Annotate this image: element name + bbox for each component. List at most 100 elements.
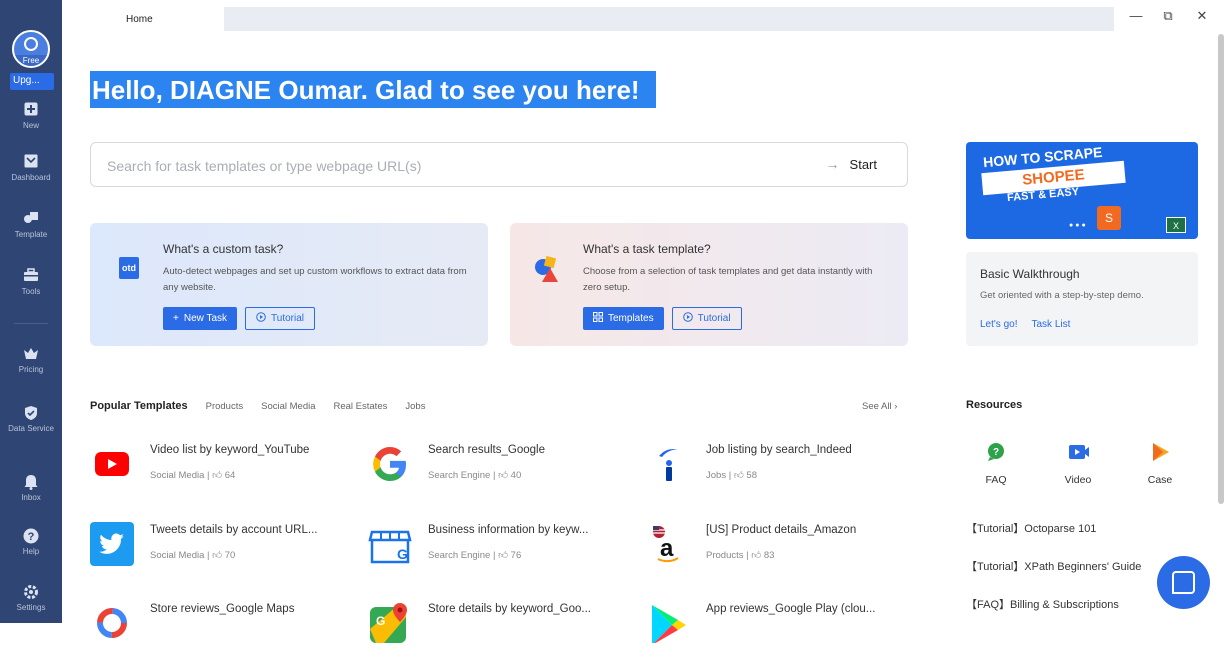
tab-social-media[interactable]: Social Media [261, 401, 315, 412]
case-label: Case [1147, 474, 1173, 486]
thumbs-up-icon: 👍︎ [212, 550, 223, 561]
template-item[interactable]: Store reviews_Google Maps [90, 601, 350, 661]
resources-title: Resources [966, 399, 1023, 411]
upgrade-button[interactable]: Upg... [10, 73, 54, 90]
promo-banner[interactable]: HOW TO SCRAPE SHOPEE FAST & EASY ●●● S X [966, 142, 1198, 239]
tab-home[interactable]: Home [62, 7, 222, 33]
sidebar-item-label: Template [14, 230, 48, 239]
template-item[interactable]: Job listing by search_Indeed Jobs | 👍︎ 5… [646, 442, 906, 502]
thumbs-up-icon: 👍︎ [733, 470, 744, 481]
chat-button[interactable] [1157, 556, 1210, 609]
template-name: Tweets details by account URL... [150, 524, 318, 536]
card-description: Choose from a selection of task template… [583, 266, 873, 293]
sidebar-item-dashboard[interactable]: Dashboard [0, 154, 62, 182]
excel-icon: X [1166, 217, 1186, 233]
template-item[interactable]: Search results_Google Search Engine | 👍︎… [368, 442, 628, 502]
template-name: Search results_Google [428, 444, 545, 456]
restore-button[interactable]: ⧉ [1160, 8, 1176, 24]
template-meta: Social Media | 👍︎ 64 [150, 470, 236, 481]
svg-text:G: G [376, 614, 385, 628]
sidebar-item-inbox[interactable]: Inbox [0, 474, 62, 502]
close-button[interactable]: ✕ [1194, 8, 1210, 24]
dashboard-icon [23, 154, 39, 170]
user-icon [24, 37, 38, 51]
carousel-dots[interactable]: ●●● [1069, 222, 1088, 229]
resource-link[interactable]: 【FAQ】Billing & Subscriptions [966, 596, 1119, 612]
sidebar-item-help[interactable]: ? Help [0, 528, 62, 556]
minimize-button[interactable]: — [1128, 8, 1144, 23]
sidebar-item-template[interactable]: Template [0, 211, 62, 239]
google-maps-pin-icon: G [368, 601, 412, 645]
sidebar-item-label: Settings [16, 603, 46, 612]
template-item[interactable]: Video list by keyword_YouTube Social Med… [90, 442, 350, 502]
search-input[interactable] [105, 155, 705, 177]
start-button[interactable]: → Start [826, 156, 877, 172]
crown-icon [23, 346, 39, 362]
video-icon [1068, 442, 1089, 462]
popular-templates-title[interactable]: Popular Templates [90, 400, 188, 412]
chat-icon [1172, 571, 1195, 594]
sidebar-item-label: Help [22, 547, 40, 556]
faq-resource[interactable]: ? FAQ [966, 442, 1026, 486]
chevron-right-icon: › [894, 401, 898, 412]
tab-jobs[interactable]: Jobs [405, 401, 425, 412]
sidebar-item-new[interactable]: New [0, 102, 62, 130]
template-item[interactable]: G Business information by keyw... Search… [368, 522, 628, 582]
avatar[interactable]: Free [12, 30, 50, 68]
template-item[interactable]: Tweets details by account URL... Social … [90, 522, 350, 582]
indeed-icon [646, 442, 690, 486]
see-all-link[interactable]: See All › [862, 401, 897, 412]
start-label: Start [849, 156, 877, 172]
template-item[interactable]: App reviews_Google Play (clou... [646, 601, 906, 661]
video-resource[interactable]: Video [1048, 442, 1108, 486]
template-tutorial-button[interactable]: Tutorial [671, 307, 742, 330]
sidebar-item-label: Dashboard [11, 173, 51, 182]
sidebar-item-tools[interactable]: Tools [0, 268, 62, 296]
play-circle-icon [682, 312, 693, 325]
tab-products[interactable]: Products [206, 401, 244, 412]
google-play-icon [646, 601, 690, 645]
sidebar-divider [14, 323, 48, 324]
plus-square-icon [23, 102, 39, 118]
scrollbar[interactable] [1218, 34, 1224, 504]
sidebar: Free Upg... New Dashboard Template Tools… [0, 0, 62, 623]
resource-link[interactable]: 【Tutorial】Octoparse 101 [966, 520, 1096, 536]
play-circle-icon [256, 312, 266, 325]
search-box: → Start [90, 142, 908, 187]
sidebar-item-data-service[interactable]: Data Service [0, 405, 62, 433]
youtube-icon [90, 442, 134, 486]
template-item[interactable]: a [US] Product details_Amazon Products |… [646, 522, 906, 582]
case-icon [1150, 442, 1170, 462]
template-name: Business information by keyw... [428, 524, 589, 536]
resource-link[interactable]: 【Tutorial】XPath Beginners' Guide [966, 558, 1141, 574]
svg-text:G: G [397, 546, 408, 562]
case-resource[interactable]: Case [1130, 442, 1190, 486]
new-task-button[interactable]: + New Task [163, 307, 238, 330]
shopee-bag-icon: S [1097, 206, 1121, 230]
task-list-link[interactable]: Task List [1032, 319, 1071, 330]
card-title: What's a task template? [583, 242, 711, 256]
see-all-label: See All [862, 401, 892, 412]
custom-task-icon: otd [119, 257, 139, 279]
walkthrough-card: Basic Walkthrough Get oriented with a st… [966, 252, 1198, 346]
amazon-us-icon: a [646, 522, 690, 566]
tab-strip [224, 7, 1114, 31]
lets-go-link[interactable]: Let's go! [980, 319, 1018, 330]
arrow-right-icon: → [825, 156, 840, 172]
templates-button[interactable]: Templates [583, 307, 664, 330]
card-description: Auto-detect webpages and set up custom w… [163, 266, 467, 293]
svg-text:a: a [660, 535, 674, 562]
custom-tutorial-button[interactable]: Tutorial [245, 307, 315, 330]
faq-label: FAQ [985, 474, 1007, 486]
svg-text:?: ? [28, 531, 35, 543]
thumbs-up-icon: 👍︎ [751, 550, 762, 561]
toolbox-icon [23, 268, 39, 284]
sidebar-item-pricing[interactable]: Pricing [0, 346, 62, 374]
grid-icon [593, 312, 603, 325]
tab-real-estates[interactable]: Real Estates [334, 401, 388, 412]
plus-icon: + [173, 313, 179, 324]
template-item[interactable]: G Store details by keyword_Goo... [368, 601, 628, 661]
template-meta: Jobs | 👍︎ 58 [706, 470, 757, 481]
sidebar-item-settings[interactable]: Settings [0, 584, 62, 612]
template-meta: Search Engine | 👍︎ 76 [428, 550, 522, 561]
